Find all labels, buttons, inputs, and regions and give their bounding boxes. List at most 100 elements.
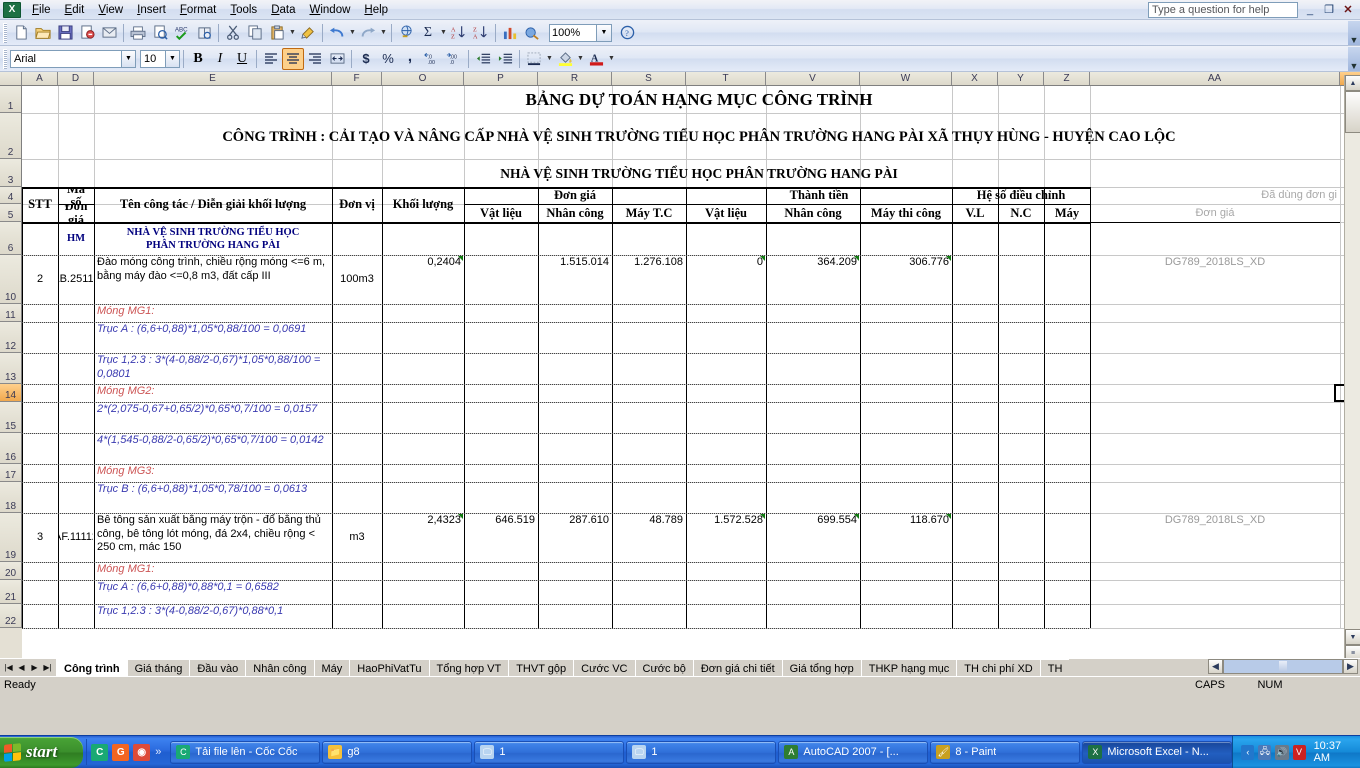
header-tt-vat-lieu[interactable]: Vật liệu — [687, 205, 765, 222]
header-don-gia-code[interactable]: Đơn giá — [59, 205, 93, 222]
merge-and-center-icon[interactable] — [326, 48, 348, 70]
excel-app-icon[interactable]: X — [3, 1, 21, 18]
cell-da-dung-don-gia[interactable]: DG789_2018LS_XD — [1091, 256, 1339, 304]
menu-item-view[interactable]: View — [91, 2, 130, 18]
task-excel[interactable]: X Microsoft Excel - N... — [1082, 740, 1233, 764]
gom-quick-icon[interactable]: G — [112, 743, 130, 761]
header-hs-vl[interactable]: V.L — [953, 205, 997, 222]
cell-tt-may[interactable]: 306.776 — [861, 256, 951, 304]
cell-detail-text[interactable]: Móng MG3: — [95, 465, 331, 482]
header-dg-nhan-cong[interactable]: Nhân công — [539, 205, 611, 222]
cell-detail-text[interactable]: Trục 1,2.3 : 3*(4-0,88/2-0,67)*1,05*0,88… — [95, 354, 331, 384]
row-header-16[interactable]: 16 — [0, 433, 22, 464]
title-line-2[interactable]: CÔNG TRÌNH : CẢI TẠO VÀ NÂNG CẤP NHÀ VỆ … — [59, 114, 1339, 159]
hscroll-track[interactable] — [1223, 659, 1343, 674]
cell-dg-may[interactable]: 48.789 — [613, 514, 685, 562]
autosum-icon[interactable]: Σ — [417, 22, 439, 44]
row-header-11[interactable]: 11 — [0, 304, 22, 322]
scroll-up-icon[interactable]: ▲ — [1345, 75, 1360, 91]
save-icon[interactable] — [54, 22, 76, 44]
tray-unikey-icon[interactable]: V — [1292, 744, 1306, 760]
cell-ma-so[interactable]: AF.11112 — [59, 514, 93, 562]
borders-chevron-down-icon[interactable]: ▼ — [545, 55, 554, 62]
borders-icon[interactable] — [523, 48, 545, 70]
quick-launch-chevron-icon[interactable]: » — [155, 746, 161, 758]
tab-last-icon[interactable]: ▶| — [41, 660, 54, 675]
undo-icon[interactable] — [326, 22, 348, 44]
horizontal-scrollbar[interactable]: ◀ ▶ — [1208, 659, 1360, 674]
cell-detail-text[interactable]: Trục B : (6,6+0,88)*1,05*0,78/100 = 0,06… — [95, 483, 331, 513]
cell-detail-text[interactable]: 4*(1,545-0,88/2-0,65/2)*0,65*0,7/100 = 0… — [95, 434, 331, 464]
task-window-2[interactable]: 🖵 1 — [626, 740, 777, 764]
column-header-Z[interactable]: Z — [1044, 72, 1090, 85]
zoom-chevron-down-icon[interactable]: ▼ — [597, 23, 612, 42]
menu-item-file[interactable]: File — [25, 2, 58, 18]
ask-a-question-box[interactable]: Type a question for help — [1148, 2, 1298, 18]
header-dg-may-tc[interactable]: Máy T.C — [613, 205, 685, 222]
print-preview-icon[interactable] — [149, 22, 171, 44]
sheet-tab-giá-tháng[interactable]: Giá tháng — [126, 659, 190, 676]
column-header-V[interactable]: V — [766, 72, 860, 85]
title-line-3[interactable]: NHÀ VỆ SINH TRƯỜNG TIỂU HỌC PHÂN TRƯỜNG … — [59, 160, 1339, 187]
redo-icon[interactable] — [357, 22, 379, 44]
cell-detail-text[interactable]: Trục A : (6,6+0,88)*1,05*0,88/100 = 0,06… — [95, 323, 331, 353]
email-icon[interactable] — [98, 22, 120, 44]
font-color-icon[interactable]: A — [585, 48, 607, 70]
title-line-1[interactable]: BẢNG DỰ TOÁN HẠNG MỤC CÔNG TRÌNH — [59, 87, 1339, 113]
sort-descending-icon[interactable]: ZA — [470, 22, 492, 44]
tray-volume-icon[interactable]: 🔊 — [1275, 744, 1289, 760]
select-all-corner[interactable] — [0, 72, 22, 85]
row-header-22[interactable]: 22 — [0, 604, 22, 628]
toolbar-options-icon[interactable]: ▼ — [1348, 20, 1360, 45]
sort-ascending-icon[interactable]: AZ — [448, 22, 470, 44]
cell-tt-vat-lieu[interactable]: 0 — [687, 256, 765, 304]
menu-item-format[interactable]: Format — [173, 2, 223, 18]
cut-icon[interactable] — [222, 22, 244, 44]
print-icon[interactable] — [127, 22, 149, 44]
sheet-tab-tổng-hợp-vt[interactable]: Tổng hợp VT — [428, 659, 509, 676]
taskbar-clock[interactable]: 10:37 AM — [1314, 740, 1354, 764]
cell-ten-cong-tac[interactable]: Đào móng công trình, chiều rộng móng <=6… — [95, 256, 331, 304]
hscroll-left-icon[interactable]: ◀ — [1208, 659, 1223, 674]
align-right-icon[interactable] — [304, 48, 326, 70]
cell-don-vi[interactable]: 100m3 — [333, 256, 381, 304]
task-paint[interactable]: 🖌 8 - Paint — [930, 740, 1081, 764]
task-g8[interactable]: 📁 g8 — [322, 740, 473, 764]
copy-icon[interactable] — [244, 22, 266, 44]
coccoc-quick-icon[interactable]: C — [91, 743, 109, 761]
row-header-12[interactable]: 12 — [0, 322, 22, 353]
chart-wizard-icon[interactable] — [499, 22, 521, 44]
sheet-tab-nhân-công[interactable]: Nhân công — [245, 659, 314, 676]
open-icon[interactable] — [32, 22, 54, 44]
column-header-F[interactable]: F — [332, 72, 382, 85]
sheet-tab-thvt-gộp[interactable]: THVT gộp — [508, 659, 574, 676]
hyperlink-icon[interactable] — [395, 22, 417, 44]
header-tt-nhan-cong[interactable]: Nhân công — [767, 205, 859, 222]
header-thanh-tien-group[interactable]: Thành tiền — [687, 188, 951, 204]
sheet-tab-đơn-giá-chi-tiết[interactable]: Đơn giá chi tiết — [692, 659, 782, 676]
font-name-input[interactable]: Arial — [10, 49, 122, 68]
header-hs-nc[interactable]: N.C — [999, 205, 1043, 222]
tray-network-icon[interactable]: 🖧 — [1258, 744, 1272, 760]
menu-item-insert[interactable]: Insert — [130, 2, 173, 18]
cell-dg-vat-lieu[interactable]: 646.519 — [465, 514, 537, 562]
menu-item-edit[interactable]: Edit — [58, 2, 92, 18]
task-coccoc[interactable]: C Tải file lên - Cốc Cốc — [170, 740, 321, 764]
header-don-gia-note[interactable]: Đơn giá — [1091, 205, 1339, 222]
restore-icon[interactable]: ❐ — [1321, 2, 1337, 17]
cell-don-vi[interactable]: m3 — [333, 514, 381, 562]
cell-khoi-luong[interactable]: 0,2404 — [383, 256, 463, 304]
menu-item-help[interactable]: Help — [357, 2, 395, 18]
header-don-gia-group[interactable]: Đơn giá — [465, 188, 685, 204]
row-header-19[interactable]: 19 — [0, 513, 22, 562]
format-painter-icon[interactable] — [297, 22, 319, 44]
task-autocad[interactable]: A AutoCAD 2007 - [... — [778, 740, 929, 764]
close-icon[interactable]: ✕ — [1340, 2, 1356, 17]
column-header-X[interactable]: X — [952, 72, 998, 85]
drawing-icon[interactable] — [521, 22, 543, 44]
row-header-18[interactable]: 18 — [0, 482, 22, 513]
bold-button[interactable]: B — [187, 48, 209, 70]
row-header-5[interactable]: 5 — [0, 204, 22, 222]
cell-dg-nhan-cong[interactable]: 287.610 — [539, 514, 611, 562]
column-header-R[interactable]: R — [538, 72, 612, 85]
